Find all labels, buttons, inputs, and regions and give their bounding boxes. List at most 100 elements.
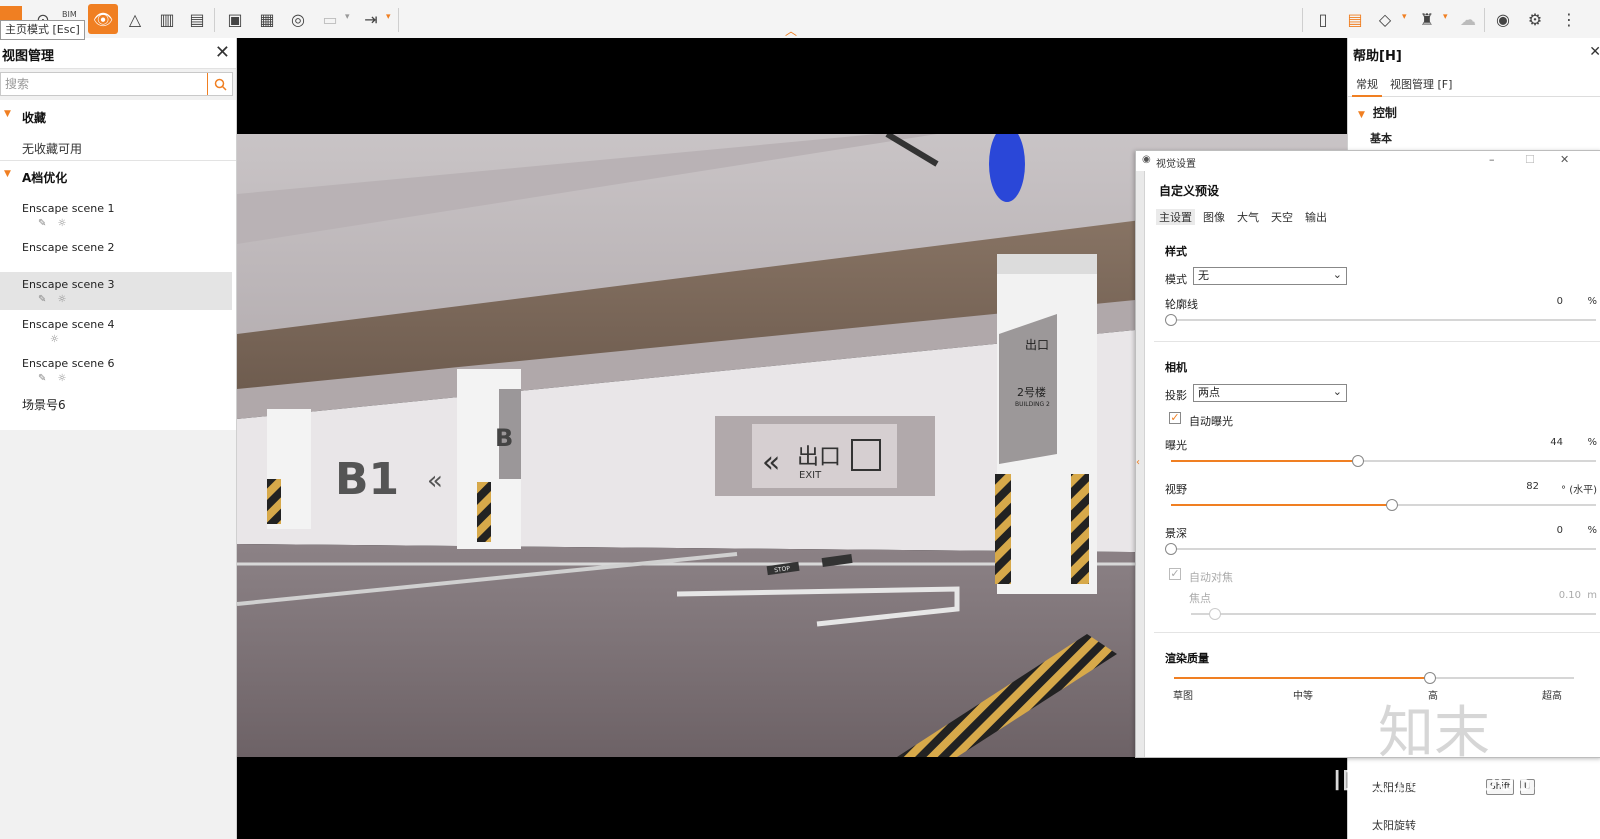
search-icon[interactable] <box>207 73 232 95</box>
pillar-b-text: B <box>495 424 513 452</box>
slider-thumb[interactable] <box>1165 314 1177 326</box>
render-quality-slider[interactable] <box>1174 671 1574 685</box>
chevron-down-icon[interactable]: ▾ <box>1402 12 1407 22</box>
slider-thumb[interactable] <box>1165 543 1177 555</box>
cloud-icon[interactable]: ☁ <box>1455 7 1481 31</box>
projection-select[interactable]: 两点 ⌄ <box>1193 384 1347 402</box>
slider-thumb[interactable] <box>1352 455 1364 467</box>
visual-settings-dialog: ◉ 视觉设置 – ☐ ✕ ‹ 自定义预设 主设置 图像 大气 天空 输出 样式 … <box>1135 150 1600 758</box>
render-window-icon[interactable]: ▤ <box>1342 7 1368 31</box>
eye-icon[interactable]: ◉ <box>1490 7 1516 31</box>
toolbar-separator <box>1484 8 1485 32</box>
focus-slider[interactable] <box>1191 607 1596 621</box>
fov-unit: ° (水平) <box>1561 485 1597 496</box>
scene-edit-sun-icons[interactable]: ✎ ☼ <box>38 218 71 229</box>
chevron-down-icon: ▼ <box>1358 110 1365 120</box>
slider-thumb[interactable] <box>1386 499 1398 511</box>
close-icon[interactable]: ✕ <box>1560 153 1569 166</box>
toolbar-separator <box>398 8 399 32</box>
divider <box>1154 632 1600 633</box>
slider-fill <box>1171 504 1392 506</box>
export-icon[interactable]: ⇥ <box>358 7 384 31</box>
chevron-down-icon[interactable]: ▾ <box>386 12 391 22</box>
close-icon[interactable]: ✕ <box>215 42 230 63</box>
scene-item[interactable]: Enscape scene 1 ✎ ☼ <box>0 200 232 238</box>
autofocus-checkbox[interactable]: ✓ <box>1169 568 1181 580</box>
help-tabs: 常规 视图管理 [F] <box>1348 72 1600 97</box>
favorites-section-header[interactable]: ▼ 收藏 <box>0 106 236 128</box>
scene-sun-icon[interactable]: ☼ <box>50 334 63 345</box>
scene-name: Enscape scene 1 <box>22 202 115 215</box>
scene-item[interactable]: Enscape scene 4 ☼ <box>0 316 232 354</box>
asset-library-icon[interactable]: ♜ <box>1414 7 1440 31</box>
pillar-exit-text: 出口 <box>1025 338 1049 352</box>
close-icon[interactable]: ✕ <box>1589 44 1600 60</box>
quality-medium-label[interactable]: 中等 <box>1293 687 1313 702</box>
fov-slider[interactable] <box>1171 498 1596 512</box>
map-icon[interactable]: ▯ <box>1310 7 1336 31</box>
group-section-header[interactable]: ▼ A档优化 <box>0 166 236 188</box>
exit-sign-en: EXIT <box>799 470 822 481</box>
help-section-controls[interactable]: ▼ 控制 <box>1358 104 1397 121</box>
minimize-icon[interactable]: – <box>1489 153 1495 166</box>
slider-thumb[interactable] <box>1209 608 1222 620</box>
dof-slider[interactable] <box>1165 542 1596 556</box>
tab-sky[interactable]: 天空 <box>1268 209 1296 225</box>
chevron-down-icon[interactable]: ▾ <box>1443 12 1448 22</box>
auto-exposure-label: 自动曝光 <box>1189 415 1233 428</box>
exposure-slider[interactable] <box>1171 454 1596 468</box>
chevron-left-icon[interactable]: ‹ <box>1136 457 1140 468</box>
style-section-title: 样式 <box>1165 245 1187 258</box>
tab-image[interactable]: 图像 <box>1200 209 1228 225</box>
pyramid-icon[interactable]: △ <box>122 7 148 31</box>
scene-edit-sun-icons[interactable]: ✎ ☼ <box>38 373 71 384</box>
panorama-icon[interactable]: ◎ <box>285 7 311 31</box>
auto-exposure-checkbox[interactable]: ✓ <box>1169 412 1181 424</box>
scene-edit-sun-icons[interactable]: ✎ ☼ <box>38 294 71 305</box>
bim-label: BIM <box>62 10 77 19</box>
screenshot-icon[interactable]: ▣ <box>222 7 248 31</box>
sun-rotation-label: 太阳旋转 <box>1372 819 1416 832</box>
preset-title[interactable]: 自定义预设 <box>1159 182 1219 199</box>
home-mode-tooltip: 主页模式 [Esc] <box>0 20 85 40</box>
outline-slider[interactable] <box>1165 313 1596 327</box>
cube-icon[interactable]: ◇ <box>1372 7 1398 31</box>
maximize-icon[interactable]: ☐ <box>1525 153 1535 166</box>
binoculars-icon[interactable]: 👁 <box>88 4 118 34</box>
chevron-down-icon[interactable]: ▾ <box>345 12 350 22</box>
chevron-down-icon: ⌄ <box>1332 385 1342 398</box>
more-icon[interactable]: ⋮ <box>1556 7 1582 31</box>
visual-settings-titlebar[interactable]: ◉ 视觉设置 – ☐ ✕ <box>1136 151 1600 171</box>
scene-item-selected[interactable]: Enscape scene 3 ✎ ☼ <box>0 272 232 310</box>
group-title: A档优化 <box>22 171 68 185</box>
pillar-building-en: BUILDING 2 <box>1015 401 1050 408</box>
scene-name: Enscape scene 2 <box>22 241 115 254</box>
scene-item[interactable]: 场景号6 <box>0 394 232 432</box>
tab-view-management[interactable]: 视图管理 [F] <box>1386 76 1456 92</box>
scene-item[interactable]: Enscape scene 6 ✎ ☼ <box>0 355 232 393</box>
slider-thumb[interactable] <box>1424 672 1436 684</box>
collapse-toolbar-icon[interactable]: ︿ <box>785 22 797 39</box>
view-manager-panel: 视图管理 ✕ ▼ 收藏 无收藏可用 ▼ A档优化 Enscape scene 1… <box>0 38 237 839</box>
360-icon[interactable]: ▭ <box>317 7 343 31</box>
mode-select[interactable]: 无 ⌄ <box>1193 267 1347 285</box>
gear-icon[interactable]: ⚙ <box>1522 7 1548 31</box>
view-manager-header: 视图管理 ✕ <box>0 38 236 69</box>
render-quality-section-title: 渲染质量 <box>1165 652 1209 665</box>
slider-track <box>1171 548 1596 550</box>
buildings-icon[interactable]: ▥ <box>154 7 180 31</box>
svg-text:«: « <box>427 466 443 496</box>
quality-ultra-label[interactable]: 超高 <box>1542 687 1562 702</box>
batch-render-icon[interactable]: ▦ <box>254 7 280 31</box>
tab-general[interactable]: 常规 <box>1352 76 1382 97</box>
visual-settings-collapse-strip[interactable]: ‹ <box>1136 171 1145 757</box>
clapper-icon[interactable]: ▤ <box>184 7 210 31</box>
tab-atmosphere[interactable]: 大气 <box>1234 209 1262 225</box>
tab-main-settings[interactable]: 主设置 <box>1156 209 1195 225</box>
tab-output[interactable]: 输出 <box>1302 209 1330 225</box>
dof-label: 景深 <box>1165 527 1187 540</box>
quality-draft-label[interactable]: 草图 <box>1173 687 1193 702</box>
search-input[interactable] <box>1 73 217 95</box>
exposure-unit: % <box>1587 437 1597 448</box>
divider <box>0 160 236 161</box>
